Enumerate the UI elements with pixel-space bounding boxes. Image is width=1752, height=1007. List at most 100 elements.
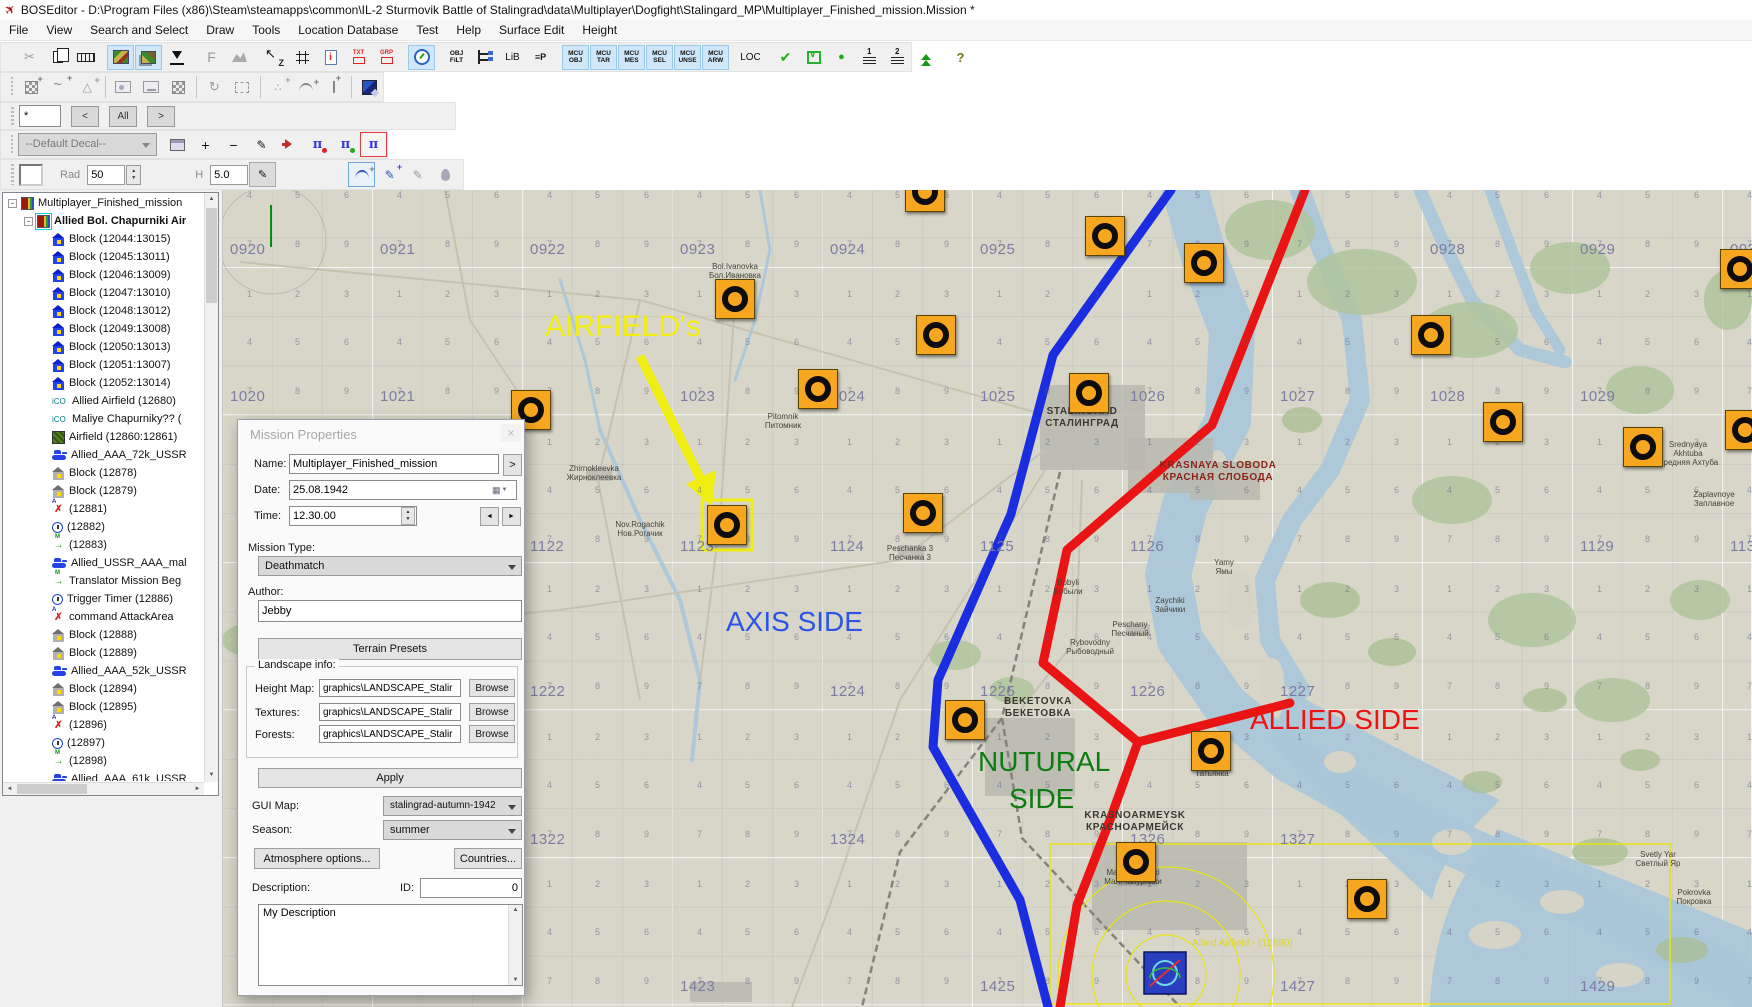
hierarchy-icon[interactable]	[471, 45, 498, 70]
object-filter-button[interactable]: OBJ FiLT	[443, 45, 470, 70]
time-next-button[interactable]: ►	[502, 507, 521, 526]
menu-height[interactable]: Height	[573, 21, 626, 39]
decal-frame-icon[interactable]: π	[360, 132, 387, 157]
pen-add-icon[interactable]: ✎	[376, 162, 403, 187]
tree-item[interactable]: ✗ command AttackArea	[4, 607, 203, 626]
tree-item[interactable]: Block (12895)	[4, 698, 203, 716]
menu-surface-edit[interactable]: Surface Edit	[490, 21, 573, 39]
forests-browse-button[interactable]: Browse	[469, 725, 515, 743]
mcu-icon[interactable]	[1069, 373, 1109, 413]
mcu-icon[interactable]	[798, 369, 838, 409]
forests-input[interactable]	[319, 725, 461, 743]
decal-remove-icon[interactable]: −	[220, 132, 247, 157]
tree-item[interactable]: iCO Allied Airfield (12680)	[4, 392, 203, 410]
menu-help[interactable]: Help	[447, 21, 490, 39]
add-polygon-icon[interactable]: △	[74, 75, 101, 100]
mcu-icon[interactable]	[715, 279, 755, 319]
menu-view[interactable]: View	[37, 21, 81, 39]
textures-browse-button[interactable]: Browse	[469, 703, 515, 721]
draw-arc-icon[interactable]	[348, 162, 376, 187]
countries-button[interactable]: Countries...	[454, 848, 522, 869]
author-input[interactable]	[258, 600, 522, 622]
height-pick-icon[interactable]: ✎	[249, 162, 277, 187]
tree-hscroll-thumb[interactable]	[17, 784, 87, 794]
height-map-input[interactable]	[319, 679, 461, 697]
decal-verify-icon[interactable]: π	[332, 132, 359, 157]
mcu-sel-button[interactable]: MCU SEL	[646, 44, 673, 70]
mission-time-icon[interactable]	[408, 44, 435, 70]
object-info-icon[interactable]	[317, 45, 344, 70]
textures-input[interactable]	[319, 703, 461, 721]
tree-expander-icon[interactable]: -	[8, 198, 17, 208]
menu-search-and-select[interactable]: Search and Select	[81, 21, 197, 39]
tree-item[interactable]: ✗ (12881)	[4, 499, 203, 518]
tree-item[interactable]: Airfield (12860:12861)	[4, 428, 203, 446]
tree-item[interactable]: Block (12894)	[4, 680, 203, 698]
decal-recalc-icon[interactable]: π	[304, 132, 331, 157]
tree-item[interactable]: Block (12878)	[4, 464, 203, 482]
add-arc-icon[interactable]	[292, 75, 319, 100]
decal-preview-icon[interactable]	[164, 132, 191, 157]
description-textarea[interactable]: My Description	[258, 904, 523, 986]
font-icon[interactable]: F	[198, 45, 225, 70]
tree-item[interactable]: Block (12045:13011)	[4, 248, 203, 266]
grid-icon[interactable]	[289, 45, 316, 70]
mcu-icon[interactable]	[945, 700, 985, 740]
tree-vscroll-thumb[interactable]	[206, 208, 217, 303]
text-layer-icon[interactable]: TXT	[345, 45, 372, 70]
library-button[interactable]: LiB	[499, 45, 526, 70]
image-curve-icon[interactable]	[137, 75, 164, 100]
measure-icon[interactable]	[72, 45, 99, 70]
import-icon[interactable]	[163, 45, 190, 70]
mcu-icon[interactable]	[1623, 427, 1663, 467]
help-icon[interactable]: ?	[947, 45, 974, 70]
tree-item[interactable]: Allied_AAA_61k_USSR	[4, 770, 203, 781]
tree-horizontal-scrollbar[interactable]: ◄ ►	[3, 782, 204, 795]
description-scrollbar[interactable]: ▲ ▼	[508, 905, 522, 985]
loc-button[interactable]: LOC	[737, 45, 764, 70]
image-icon[interactable]	[109, 75, 136, 100]
name-more-button[interactable]: >	[503, 454, 522, 476]
tree-item[interactable]: Block (12879)	[4, 482, 203, 500]
tree-item[interactable]: Block (12047:13010)	[4, 284, 203, 302]
tree-height-icon[interactable]	[912, 45, 939, 70]
terrain-presets-button[interactable]: Terrain Presets	[258, 638, 522, 660]
rad-input[interactable]	[87, 164, 126, 185]
tree-item[interactable]: iCO Maliye Chapurniky?? (	[4, 410, 203, 428]
mission-type-select[interactable]: Deathmatch	[258, 556, 522, 576]
tree-item[interactable]: (12897)	[4, 734, 203, 752]
menu-draw[interactable]: Draw	[197, 21, 243, 39]
menu-file[interactable]: File	[0, 21, 37, 39]
mcu-icon[interactable]	[903, 493, 943, 533]
mcu-tar-button[interactable]: MCU TAR	[590, 44, 617, 70]
cut-icon[interactable]: ✂	[16, 45, 43, 70]
decal-apply-icon[interactable]	[276, 132, 303, 157]
mcu-icon[interactable]	[1347, 879, 1387, 919]
mcu-icon[interactable]	[1483, 402, 1523, 442]
tree-item[interactable]: Allied_USSR_AAA_mal	[4, 554, 203, 572]
tree-item[interactable]: Block (12048:13012)	[4, 302, 203, 320]
height-input[interactable]	[210, 164, 249, 185]
tree-item[interactable]: Block (12050:13013)	[4, 338, 203, 356]
record-icon[interactable]: ●	[828, 45, 855, 70]
copy-icon[interactable]	[44, 45, 71, 70]
tree-item[interactable]: Block (12049:13008)	[4, 320, 203, 338]
decal-add-icon[interactable]: +	[192, 132, 219, 157]
paint-icon[interactable]	[356, 75, 383, 100]
move-node-icon[interactable]	[320, 73, 347, 100]
filter-pattern-input[interactable]	[19, 105, 61, 127]
tree-item[interactable]: Allied_AAA_72k_USSR	[4, 446, 203, 464]
group-layer-icon[interactable]: GRP	[373, 45, 400, 70]
tree-item[interactable]: → (12898)	[4, 750, 203, 770]
id-input[interactable]	[420, 878, 522, 898]
atmosphere-options-button[interactable]: Atmosphere options...	[254, 848, 380, 869]
checkerboard-icon[interactable]	[165, 75, 192, 100]
tree-item[interactable]: Block (12044:13015)	[4, 230, 203, 248]
time-spinner[interactable]: ▲ ▼	[401, 507, 415, 525]
tree-item[interactable]: → Translator Mission Beg	[4, 570, 203, 590]
filter-next-button[interactable]: >	[147, 105, 175, 127]
check-message-icon[interactable]	[800, 45, 827, 70]
tree-item[interactable]: Block (12052:13014)	[4, 374, 203, 392]
season-select[interactable]: summer	[383, 820, 522, 840]
menu-location-database[interactable]: Location Database	[289, 21, 407, 39]
